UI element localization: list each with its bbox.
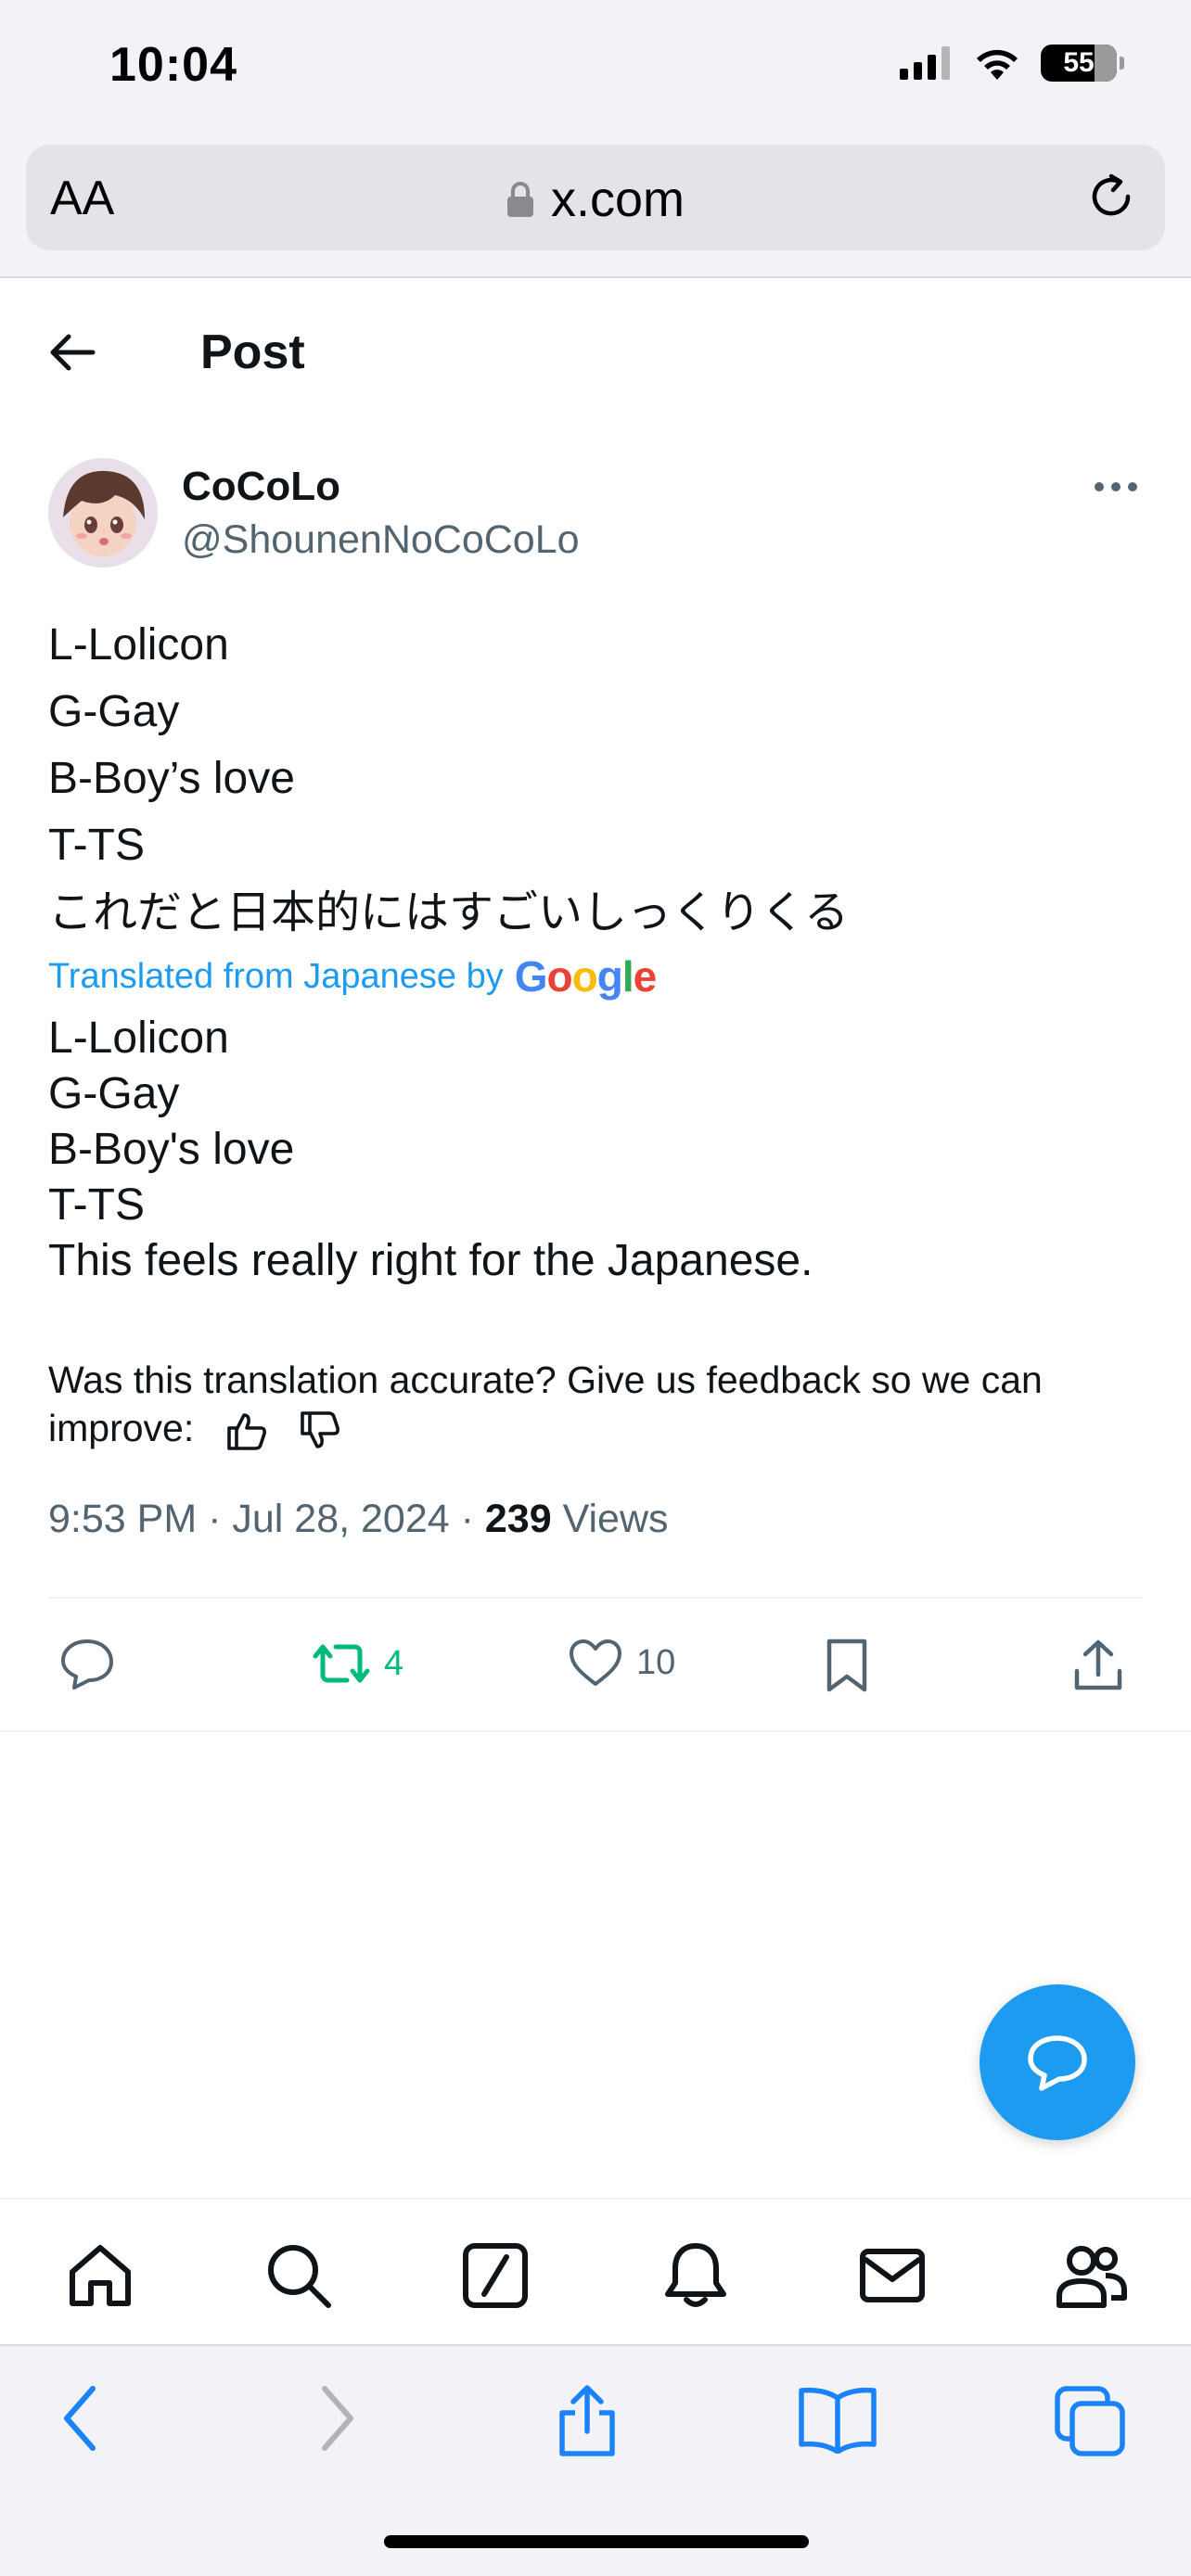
views-label: Views — [562, 1497, 669, 1541]
status-time: 10:04 — [109, 38, 237, 92]
share-icon — [1074, 1639, 1122, 1690]
url-display[interactable]: x.com — [26, 171, 1165, 228]
repost-count: 4 — [384, 1643, 404, 1683]
avatar[interactable] — [48, 458, 158, 567]
bookmark-button[interactable] — [824, 1638, 870, 1693]
reply-icon — [61, 1639, 113, 1690]
forward-icon[interactable] — [315, 2383, 360, 2454]
post-line: T-TS — [48, 821, 145, 870]
translation-line: This feels really right for the Japanese… — [48, 1236, 813, 1285]
post-meta: 9:53 PM · Jul 28, 2024 · 239 Views — [48, 1497, 669, 1541]
post-line: B-Boy’s love — [48, 754, 295, 803]
status-icons: 55 — [900, 45, 1124, 82]
page-title: Post — [200, 325, 305, 379]
bottom-nav — [0, 2198, 1191, 2344]
thumbs-up-icon[interactable] — [225, 1409, 268, 1452]
back-arrow-icon[interactable] — [46, 326, 98, 378]
back-icon[interactable] — [58, 2383, 102, 2454]
battery-icon: 55 — [1041, 45, 1124, 82]
post-date[interactable]: Jul 28, 2024 — [232, 1497, 449, 1541]
address-bar[interactable]: AA x.com — [26, 145, 1165, 250]
home-indicator[interactable] — [384, 2535, 809, 2548]
post-line: これだと日本的にはすごいしっくりくる — [48, 886, 850, 938]
more-icon[interactable] — [1095, 482, 1137, 491]
wifi-icon — [977, 49, 1018, 80]
home-icon[interactable] — [65, 2240, 135, 2311]
browser-address-area: AA x.com — [0, 139, 1191, 278]
communities-icon[interactable] — [1054, 2240, 1128, 2311]
translation-text: L-Lolicon G-Gay B-Boy's love T-TS This f… — [48, 1011, 813, 1289]
post-header: Post — [0, 278, 1191, 427]
translation-line: L-Lolicon — [48, 1014, 229, 1063]
translation-attribution[interactable]: Translated from Japanese by Google — [48, 951, 657, 1001]
translation-feedback: Was this translation accurate? Give us f… — [48, 1356, 1143, 1452]
battery-level: 55 — [1063, 47, 1095, 78]
post-text: L-Lolicon G-Gay B-Boy’s love T-TS これだと日本… — [48, 612, 849, 946]
translation-line: T-TS — [48, 1180, 145, 1230]
feedback-text: Was this translation accurate? Give us f… — [48, 1358, 1043, 1449]
views-count: 239 — [484, 1497, 552, 1541]
share-icon[interactable] — [555, 2383, 620, 2457]
messages-icon[interactable] — [857, 2240, 928, 2311]
action-bar: 4 10 — [0, 1597, 1191, 1736]
repost-icon — [313, 1644, 370, 1683]
translation-line: G-Gay — [48, 1069, 180, 1118]
tabs-icon[interactable] — [1052, 2383, 1128, 2459]
bookmark-icon — [826, 1639, 867, 1692]
grok-icon[interactable] — [460, 2240, 531, 2311]
share-button[interactable] — [1072, 1638, 1124, 1693]
like-count: 10 — [636, 1642, 676, 1682]
like-icon — [570, 1639, 621, 1686]
cellular-signal-icon — [900, 46, 950, 80]
author-handle[interactable]: @ShounenNoCoCoLo — [182, 517, 580, 563]
translated-label: Translated from Japanese by — [48, 956, 504, 996]
repost-button[interactable]: 4 — [312, 1638, 403, 1690]
bookmarks-icon[interactable] — [796, 2383, 879, 2454]
lock-icon — [506, 182, 533, 217]
like-button[interactable]: 10 — [568, 1638, 675, 1688]
google-logo: Google — [514, 952, 657, 1001]
reply-fab-button[interactable] — [980, 1984, 1135, 2140]
author-name[interactable]: CoCoLo — [182, 464, 340, 510]
notifications-icon[interactable] — [660, 2240, 731, 2311]
divider — [0, 1730, 1191, 1732]
reload-icon[interactable] — [1083, 169, 1139, 224]
post-line: G-Gay — [48, 687, 180, 736]
thumbs-down-icon[interactable] — [299, 1409, 341, 1452]
post-time[interactable]: 9:53 PM — [48, 1497, 197, 1541]
url-text: x.com — [550, 172, 685, 227]
post-line: L-Lolicon — [48, 620, 229, 670]
reply-fab-icon — [1028, 2035, 1087, 2091]
reply-button[interactable] — [59, 1638, 115, 1690]
translation-line: B-Boy's love — [48, 1125, 295, 1174]
search-icon[interactable] — [263, 2240, 334, 2311]
status-bar: 10:04 55 — [0, 0, 1191, 139]
